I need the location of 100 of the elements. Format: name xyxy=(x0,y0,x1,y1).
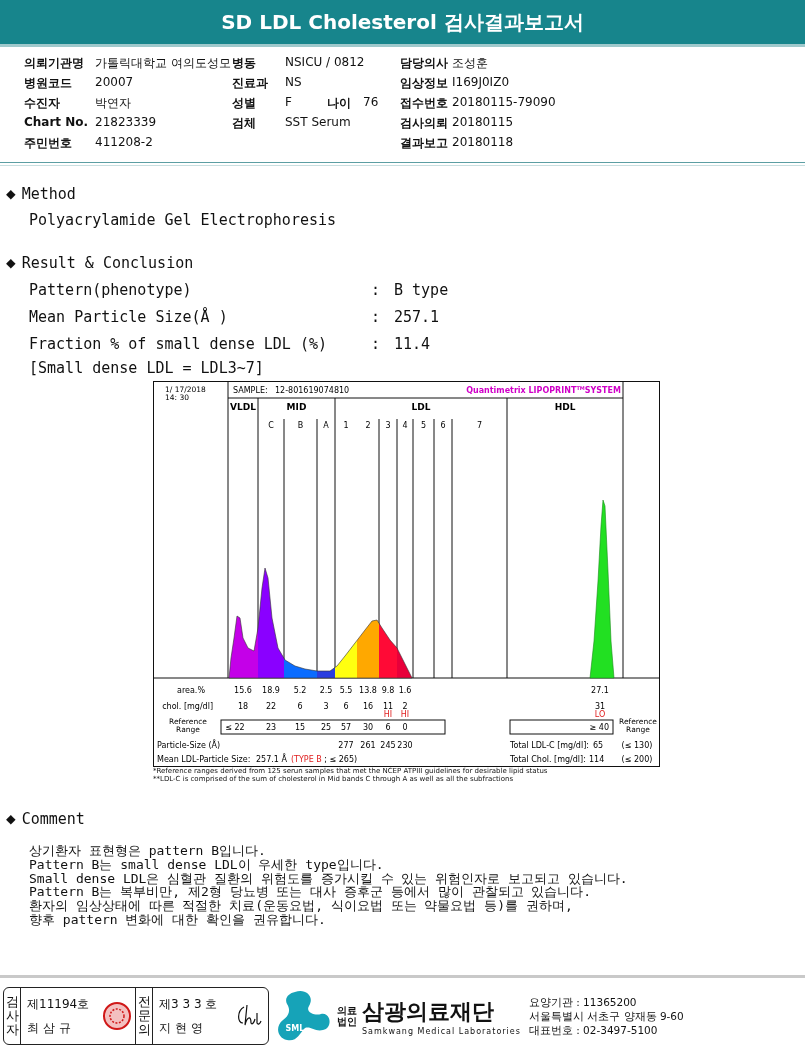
system-brand: Quantimetrix LIPOPRINT$^{TM}$SYSTEM xyxy=(466,385,621,395)
field-value: 20007 xyxy=(95,75,135,91)
particle-size-value: 230 xyxy=(397,741,413,750)
row-label: Mean LDL-Particle Size: xyxy=(157,755,251,764)
field-label: 의뢰기관명 xyxy=(24,55,85,72)
signer-name: 최 삼 규 xyxy=(27,1019,72,1037)
field-label: 검사의뢰 xyxy=(400,115,448,132)
mean-size-value: 257.1 Å (TYPE B ; ≤ 265) xyxy=(256,755,358,764)
section-title: Comment xyxy=(21,809,85,828)
field-value: 박연자 xyxy=(95,95,132,112)
reference-value: 23 xyxy=(265,723,277,732)
comment-line: Pattern B는 small dense LDL이 우세한 type입니다. xyxy=(29,857,385,872)
seal-icon xyxy=(102,1001,132,1031)
field-value: 76 xyxy=(363,95,379,111)
colon-text: : xyxy=(371,280,382,299)
comment-line: 환자의 임상상태에 따른 적절한 치료(운동요법, 식이요법 또는 약물요법 등)를 권하며, xyxy=(29,899,574,913)
chol-value: 6 xyxy=(343,702,349,711)
reference-value: ≥ 40 xyxy=(589,723,609,732)
result-label: Mean Particle Size(Å ) xyxy=(29,307,229,326)
field-value: 20180115 xyxy=(452,115,514,131)
area-value: 27.1 xyxy=(591,686,609,695)
field-label: 주민번호 xyxy=(24,135,73,152)
reference-value: 0 xyxy=(402,723,408,732)
row-label: area.% xyxy=(177,686,205,695)
result-value: 11.4 xyxy=(394,334,432,353)
field-label: 진료과 xyxy=(232,75,269,92)
signer-name: 지 현 영 xyxy=(159,1019,204,1037)
reference-value: 6 xyxy=(385,723,391,732)
band-label: 7 xyxy=(476,421,483,430)
band-label: 1 xyxy=(343,421,349,430)
bullet-icon: ◆ xyxy=(6,184,16,203)
comment-line: Small dense LDL은 심혈관 질환의 위험도를 증가시킬 수 있는 위험인자로 보고되고 있습니다. xyxy=(29,871,629,886)
chol-value: 3 xyxy=(323,702,329,711)
row-label: Total LDL-C [mg/dl]: xyxy=(510,741,589,750)
section-title: Result & Conclusion xyxy=(21,253,194,272)
particle-size-value: 261 xyxy=(360,741,376,750)
field-label: 나이 xyxy=(327,95,351,112)
row-label: Total Chol. [mg/dl]: xyxy=(510,755,586,764)
particle-size-value: 277 xyxy=(338,741,354,750)
area-value: 13.8 xyxy=(359,686,377,695)
license-number: 제11194호 xyxy=(27,995,91,1013)
particle-size-value: 245 xyxy=(380,741,396,750)
field-label: 임상정보 xyxy=(400,75,448,92)
role-label: 전문의 xyxy=(137,994,151,1038)
field-value: 20180118 xyxy=(452,135,514,151)
range-text: (≤ 200) xyxy=(621,755,653,764)
chol-value: 31 xyxy=(594,702,606,711)
field-label: Chart No. xyxy=(24,115,90,131)
org-name: 삼광의료재단 xyxy=(362,997,495,1026)
comment-line: 향후 pattern 변화에 대한 확인을 권유합니다. xyxy=(29,913,327,927)
band-label: 4 xyxy=(402,421,408,430)
area-value: 9.8 xyxy=(381,686,395,695)
field-value: 가톨릭대학교 여의도성모 xyxy=(95,55,232,72)
band-label: 6 xyxy=(440,421,446,430)
chol-value: 16 xyxy=(362,702,374,711)
comment-line: Pattern B는 복부비만, 제2형 당뇨병 또는 대사 증후군 등에서 많이 관찰되고 있습니다. xyxy=(29,885,592,900)
flag-text: HI xyxy=(400,710,410,719)
band-label: 5 xyxy=(420,421,427,430)
area-value: 5.5 xyxy=(339,686,353,695)
license-number: 제3 3 3 호 xyxy=(159,995,219,1013)
reference-value: ≤ 22 xyxy=(225,723,245,732)
field-label: 검체 xyxy=(232,115,257,132)
band-label: 2 xyxy=(365,421,371,430)
result-note: [Small dense LDL = LDL3~7] xyxy=(29,359,264,377)
colon-text: : xyxy=(371,334,382,353)
band-label: 3 xyxy=(385,421,391,430)
reference-value: 15 xyxy=(294,723,306,732)
area-value: 18.9 xyxy=(262,686,280,695)
field-value: 21823339 xyxy=(95,115,158,131)
chol-value: 22 xyxy=(265,702,277,711)
result-label: Fraction % of small dense LDL (%) xyxy=(29,334,328,353)
section-title: Method xyxy=(21,184,76,203)
contact-line: 서울특별시 서초구 양재동 9-60 xyxy=(528,1009,684,1023)
chol-value: 2 xyxy=(402,702,408,711)
reference-value: 30 xyxy=(362,723,374,732)
field-value: I169J0IZ0 xyxy=(452,75,509,91)
area-value: 2.5 xyxy=(319,686,333,695)
field-label: 수진자 xyxy=(24,95,61,112)
field-value: 411208-2 xyxy=(95,135,154,151)
field-value: NSICU / 0812 xyxy=(285,55,366,71)
field-label: 접수번호 xyxy=(400,95,448,112)
reference-value: 25 xyxy=(320,723,332,732)
contact-line: 요양기관 : 11365200 xyxy=(528,995,638,1009)
band-group-label: LDL xyxy=(411,402,431,412)
flag-text: HI xyxy=(383,710,393,719)
sample-id: 12-801619074810 xyxy=(275,386,350,395)
method-text: Polyacrylamide Gel Electrophoresis xyxy=(29,211,337,229)
org-english-name: Samkwang Medical Laboratories xyxy=(362,1026,521,1036)
contact-line: 대표번호 : 02-3497-5100 xyxy=(528,1023,659,1037)
band-group-label: MID xyxy=(286,402,307,412)
total-chol-value: 114 xyxy=(589,755,605,764)
result-label: Pattern(phenotype) xyxy=(29,280,193,299)
area-value: 5.2 xyxy=(293,686,307,695)
field-value: SST Serum xyxy=(285,115,352,131)
row-label: chol. [mg/dl] xyxy=(162,702,213,711)
result-value: 257.1 xyxy=(394,307,441,326)
field-value: 20180115-79090 xyxy=(452,95,556,111)
row-label: Particle-Size (Å) xyxy=(157,741,221,750)
chol-value: 6 xyxy=(297,702,303,711)
colon-text: : xyxy=(371,307,382,326)
